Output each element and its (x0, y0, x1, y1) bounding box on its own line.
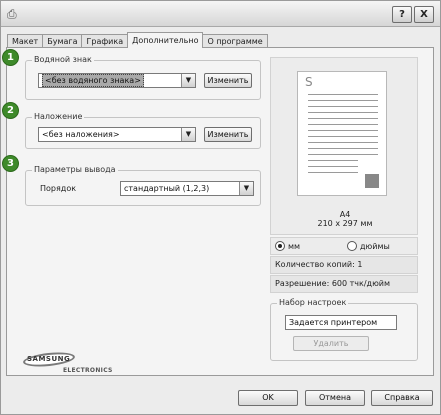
help-title-button[interactable]: ? (392, 6, 412, 23)
watermark-group-label: Водяной знак (32, 55, 94, 65)
samsung-logo: SAMSUNG ELECTRONICS (22, 350, 112, 375)
output-options-group-label: Параметры вывода (32, 165, 118, 175)
tab-layout[interactable]: Макет (7, 34, 44, 48)
printer-properties-window: ⎙ ? X Макет Бумага Графика Дополнительно… (0, 0, 441, 415)
chevron-down-icon[interactable]: ▼ (181, 128, 195, 141)
tab-advanced[interactable]: Дополнительно (127, 32, 204, 48)
resolution-info: Разрешение: 600 тчк/дюйм (270, 275, 418, 293)
step-badge-1: 1 (2, 49, 19, 66)
chevron-down-icon[interactable]: ▼ (181, 74, 195, 87)
units-inches-label: дюймы (360, 242, 390, 251)
presets-selected-value: Задается принтером (289, 318, 378, 327)
ok-button[interactable]: OK (238, 390, 298, 406)
units-mm-label: мм (288, 242, 301, 251)
watermark-selected-value: <без водяного знака> (42, 74, 144, 87)
page-preview: S A4 210 x 297 мм (270, 57, 418, 235)
paper-dimensions: 210 x 297 мм (317, 219, 373, 228)
cancel-button[interactable]: Отмена (305, 390, 365, 406)
tab-strip: Макет Бумага Графика Дополнительно О про… (7, 32, 268, 48)
tab-about[interactable]: О программе (202, 34, 268, 48)
presets-group: Набор настроек Задается принтером ▼ Удал… (270, 298, 418, 361)
step-badge-2: 2 (2, 102, 19, 119)
overlay-group: Наложение <без наложения> ▼ Изменить (25, 112, 261, 149)
step-badge-3: 3 (2, 155, 19, 172)
presets-group-label: Набор настроек (277, 298, 349, 308)
order-selected-value: стандартный (1,2,3) (124, 184, 210, 193)
order-label: Порядок (40, 184, 77, 193)
overlay-group-label: Наложение (32, 112, 85, 122)
copies-info: Количество копий: 1 (270, 256, 418, 274)
paper-preview-image: S (297, 71, 387, 196)
tab-graphics[interactable]: Графика (81, 34, 129, 48)
title-bar: ⎙ ? X (1, 1, 440, 27)
chevron-down-icon[interactable]: ▼ (239, 182, 253, 195)
overlay-select[interactable]: <без наложения> ▼ (38, 127, 196, 142)
units-inches-radio[interactable] (347, 241, 357, 251)
presets-select[interactable]: Задается принтером ▼ (285, 315, 397, 330)
close-title-button[interactable]: X (414, 6, 434, 23)
watermark-edit-button[interactable]: Изменить (204, 73, 252, 88)
order-select[interactable]: стандартный (1,2,3) ▼ (120, 181, 254, 196)
logo-brand: SAMSUNG (27, 355, 71, 363)
advanced-panel: Водяной знак <без водяного знака> ▼ Изме… (6, 47, 434, 376)
overlay-selected-value: <без наложения> (42, 130, 120, 139)
overlay-edit-button[interactable]: Изменить (204, 127, 252, 142)
units-mm-radio[interactable] (275, 241, 285, 251)
watermark-select[interactable]: <без водяного знака> ▼ (38, 73, 196, 88)
output-options-group: Параметры вывода Порядок стандартный (1,… (25, 165, 261, 206)
units-row: мм дюймы (270, 237, 418, 255)
delete-preset-button[interactable]: Удалить (293, 336, 369, 351)
help-button[interactable]: Справка (371, 390, 433, 406)
printer-icon: ⎙ (7, 7, 17, 21)
watermark-group: Водяной знак <без водяного знака> ▼ Изме… (25, 55, 261, 100)
tab-paper[interactable]: Бумага (42, 34, 83, 48)
logo-sub: ELECTRONICS (63, 367, 113, 374)
